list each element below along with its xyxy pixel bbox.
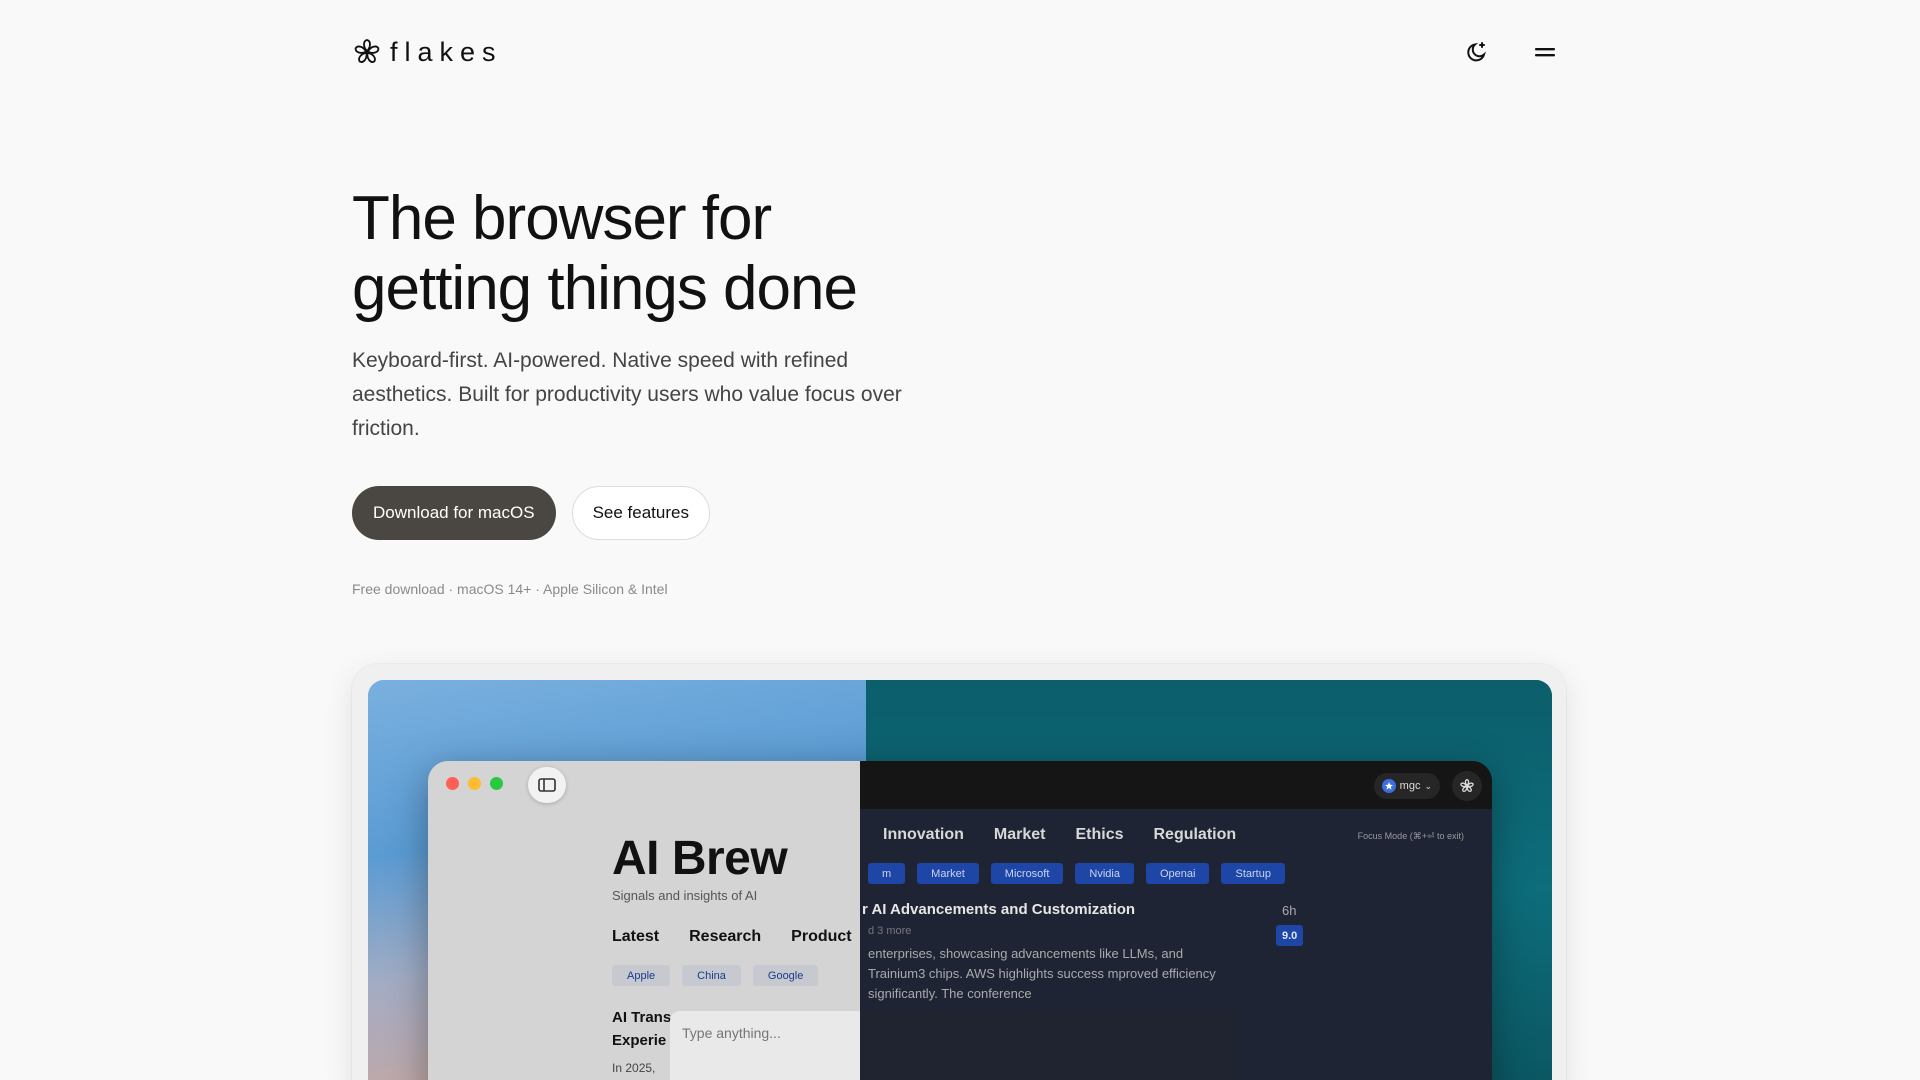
nav-tab-ethics[interactable]: Ethics [1075, 826, 1123, 844]
tag-nvidia[interactable]: Nvidia [1075, 863, 1134, 884]
hero-subtitle: Keyboard-first. AI-powered. Native speed… [352, 349, 902, 440]
tag-partial[interactable]: m [868, 863, 906, 884]
close-window-dot[interactable] [446, 777, 459, 790]
moon-sparkle-icon [1467, 42, 1486, 62]
command-palette-light [670, 1011, 860, 1080]
site-nav-dark: Innovation Market Ethics Regulation [883, 826, 1236, 844]
nav-tab-market[interactable]: Market [994, 826, 1046, 844]
sidebar-toggle-button[interactable] [528, 767, 566, 803]
download-macos-button[interactable]: Download for macOS [352, 486, 556, 540]
profile-label: mgc [1399, 780, 1421, 792]
brand-logo[interactable]: flakes [352, 37, 503, 68]
window-controls [446, 777, 503, 790]
site-header: flakes [352, 34, 1560, 70]
article-score-badge: 9.0 [1276, 925, 1304, 946]
article-more-tags: d 3 more [868, 925, 912, 937]
flake-logo-icon [1460, 778, 1474, 792]
theme-toggle-button[interactable] [1464, 39, 1490, 65]
tag-startup[interactable]: Startup [1221, 863, 1285, 884]
nav-tab-research[interactable]: Research [689, 928, 761, 946]
cta-row: Download for macOS See features [352, 486, 710, 540]
tag-openai[interactable]: Openai [1146, 863, 1210, 884]
command-palette-dark [860, 1011, 1240, 1080]
article-meta-light: In 2025, [612, 1061, 656, 1075]
site-title: AI Brew [612, 832, 788, 885]
hero-title-line1: The browser for [352, 184, 772, 253]
nav-tab-product[interactable]: Product [791, 928, 851, 946]
star-badge-icon [1381, 779, 1396, 793]
tag-market[interactable]: Market [917, 863, 979, 884]
tag-apple[interactable]: Apple [612, 965, 671, 986]
article-title-dark[interactable]: r AI Advancements and Customization [862, 901, 1135, 918]
article-body-dark: enterprises, showcasing advancements lik… [868, 946, 1216, 1001]
focus-mode-hint: Focus Mode (⌘+⏎ to exit) [1357, 831, 1464, 841]
download-fineprint: Free download · macOS 14+ · Apple Silico… [352, 581, 668, 597]
article-title-light[interactable]: AI Trans Experie [612, 1006, 671, 1052]
tag-list-light: Apple China Google [612, 965, 819, 986]
sidebar-icon [538, 778, 556, 792]
minimize-window-dot[interactable] [468, 777, 481, 790]
hero-title: The browser for getting things done [352, 184, 1052, 324]
hero-title-line2: getting things done [352, 254, 858, 323]
profile-switcher[interactable]: mgc ⌄ [1373, 773, 1440, 799]
article-age: 6h [1282, 903, 1297, 918]
hamburger-menu-icon [1535, 48, 1555, 57]
flake-logo-icon [354, 39, 380, 63]
product-preview: mgc ⌄ AI Brew Signals and insights of AI… [368, 680, 1552, 1080]
site-nav-light: Latest Research Product [612, 928, 852, 946]
site-tagline: Signals and insights of AI [612, 888, 758, 903]
nav-tab-innovation[interactable]: Innovation [883, 826, 964, 844]
tag-google[interactable]: Google [752, 965, 819, 986]
see-features-button[interactable]: See features [571, 486, 710, 540]
menu-button[interactable] [1532, 39, 1558, 65]
tag-list-dark: m Market Microsoft Nvidia Openai Startup [868, 863, 1285, 884]
zoom-window-dot[interactable] [490, 777, 503, 790]
header-actions [1464, 39, 1558, 65]
nav-tab-regulation[interactable]: Regulation [1153, 826, 1236, 844]
brand-name: flakes [390, 36, 503, 67]
extensions-button[interactable] [1452, 771, 1482, 801]
tag-microsoft[interactable]: Microsoft [990, 863, 1064, 884]
article-title-light-line2: Experie [612, 1032, 667, 1049]
tag-china[interactable]: China [682, 965, 741, 986]
article-title-light-line1: AI Trans [612, 1009, 672, 1026]
command-palette-input[interactable] [682, 1025, 862, 1041]
browser-window: mgc ⌄ AI Brew Signals and insights of AI… [428, 761, 1492, 1080]
chevron-down-icon: ⌄ [1424, 780, 1432, 791]
nav-tab-latest[interactable]: Latest [612, 928, 659, 946]
